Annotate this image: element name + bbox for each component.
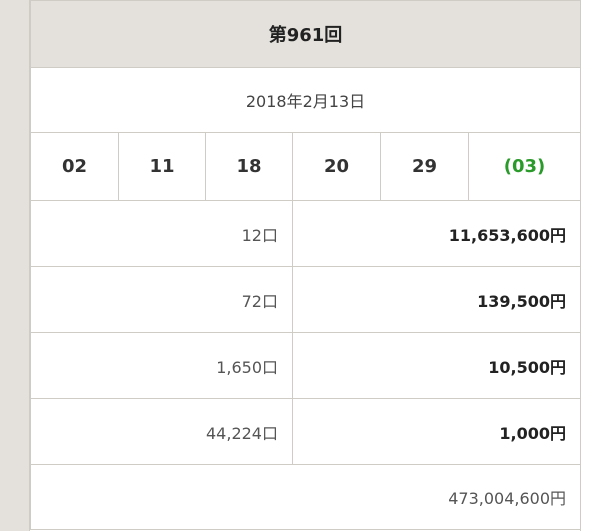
draw-date-row: 2018年2月13日 — [29, 67, 582, 133]
winning-number: 11 — [118, 132, 206, 201]
prize-winners-count: 72口 — [30, 266, 293, 333]
prize-row-2: 72口 139,500円 — [30, 266, 582, 333]
results-page: 第961回 2018年2月13日 02 11 18 20 29 (03) 12口… — [0, 0, 600, 531]
carryover-amount: 473,004,600円 — [29, 464, 582, 530]
carryover-row: 473,004,600円 — [29, 464, 582, 530]
prize-row-4: 44,224口 1,000円 — [30, 398, 582, 465]
draw-number-title: 第961回 — [29, 0, 582, 68]
draw-date: 2018年2月13日 — [29, 67, 582, 133]
winning-number: 02 — [30, 132, 119, 201]
bonus-number: (03) — [467, 132, 582, 201]
prize-row-3: 1,650口 10,500円 — [30, 332, 582, 399]
prize-winners-count: 12口 — [30, 200, 293, 267]
prize-winners-count: 1,650口 — [30, 332, 293, 399]
prize-amount: 10,500円 — [291, 332, 582, 399]
prize-winners-count: 44,224口 — [30, 398, 293, 465]
winning-number: 20 — [292, 132, 381, 201]
right-edge-column — [580, 0, 600, 531]
winning-number: 29 — [380, 132, 469, 201]
prize-amount: 139,500円 — [291, 266, 582, 333]
winning-numbers-row: 02 11 18 20 29 (03) — [30, 132, 582, 201]
prize-amount: 1,000円 — [291, 398, 582, 465]
prize-amount: 11,653,600円 — [291, 200, 582, 267]
prize-row-1: 12口 11,653,600円 — [30, 200, 582, 267]
draw-header-row: 第961回 — [29, 0, 582, 68]
left-label-column — [0, 0, 30, 531]
winning-number: 18 — [205, 132, 293, 201]
lottery-results-table: 第961回 2018年2月13日 02 11 18 20 29 (03) 12口… — [29, 0, 582, 530]
